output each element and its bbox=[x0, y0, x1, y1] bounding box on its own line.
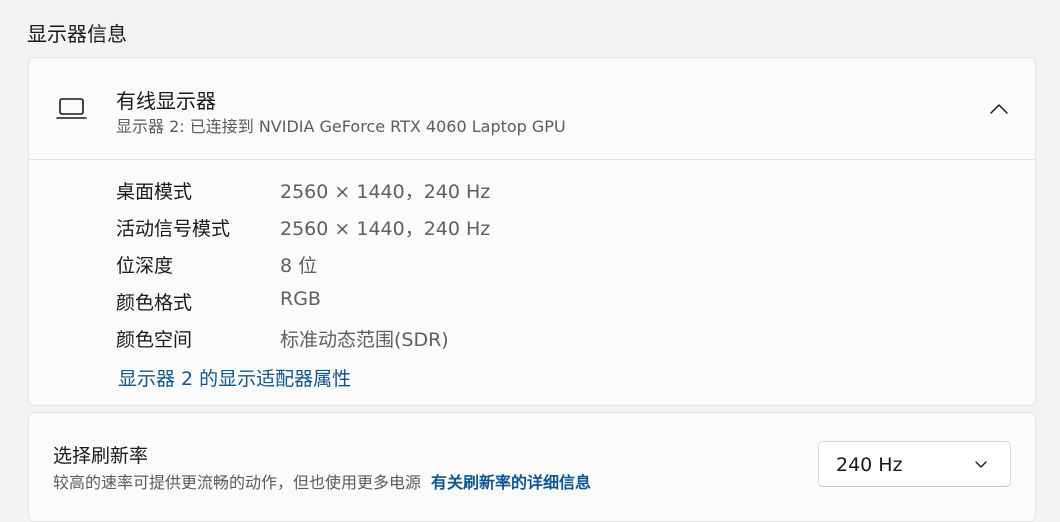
property-value: 标准动态范围(SDR) bbox=[280, 329, 449, 351]
chevron-down-icon bbox=[975, 461, 987, 468]
property-value: RGB bbox=[280, 288, 321, 310]
monitor-title: 有线显示器 bbox=[116, 89, 216, 113]
property-label: 活动信号模式 bbox=[116, 218, 231, 240]
property-value: 8 位 bbox=[280, 255, 318, 277]
property-value: 2560 × 1440，240 Hz bbox=[280, 218, 491, 240]
property-value: 2560 × 1440，240 Hz bbox=[280, 181, 491, 203]
section-title: 显示器信息 bbox=[27, 22, 127, 46]
refresh-rate-more-info-link[interactable]: 有关刷新率的详细信息 bbox=[431, 473, 591, 492]
chevron-up-icon[interactable] bbox=[989, 100, 1009, 116]
property-label: 位深度 bbox=[116, 255, 174, 277]
laptop-icon bbox=[56, 98, 87, 119]
property-label: 颜色格式 bbox=[116, 292, 193, 314]
refresh-rate-card: 选择刷新率 较高的速率可提供更流畅的动作，但也使用更多电源 有关刷新率的详细信息 … bbox=[28, 412, 1036, 522]
monitor-card-header[interactable]: 有线显示器 显示器 2: 已连接到 NVIDIA GeForce RTX 406… bbox=[29, 58, 1035, 160]
property-label: 桌面模式 bbox=[116, 181, 193, 203]
refresh-rate-description-text: 较高的速率可提供更流畅的动作，但也使用更多电源 bbox=[53, 473, 422, 492]
refresh-rate-selected-value: 240 Hz bbox=[836, 454, 903, 476]
refresh-rate-title: 选择刷新率 bbox=[53, 445, 149, 467]
monitor-subtitle: 显示器 2: 已连接到 NVIDIA GeForce RTX 4060 Lapt… bbox=[116, 117, 566, 136]
property-label: 颜色空间 bbox=[116, 329, 193, 351]
display-adapter-properties-link[interactable]: 显示器 2 的显示适配器属性 bbox=[118, 364, 351, 391]
refresh-rate-description: 较高的速率可提供更流畅的动作，但也使用更多电源 有关刷新率的详细信息 bbox=[53, 469, 591, 493]
monitor-info-card: 有线显示器 显示器 2: 已连接到 NVIDIA GeForce RTX 406… bbox=[28, 57, 1036, 406]
refresh-rate-dropdown[interactable]: 240 Hz bbox=[818, 441, 1011, 487]
